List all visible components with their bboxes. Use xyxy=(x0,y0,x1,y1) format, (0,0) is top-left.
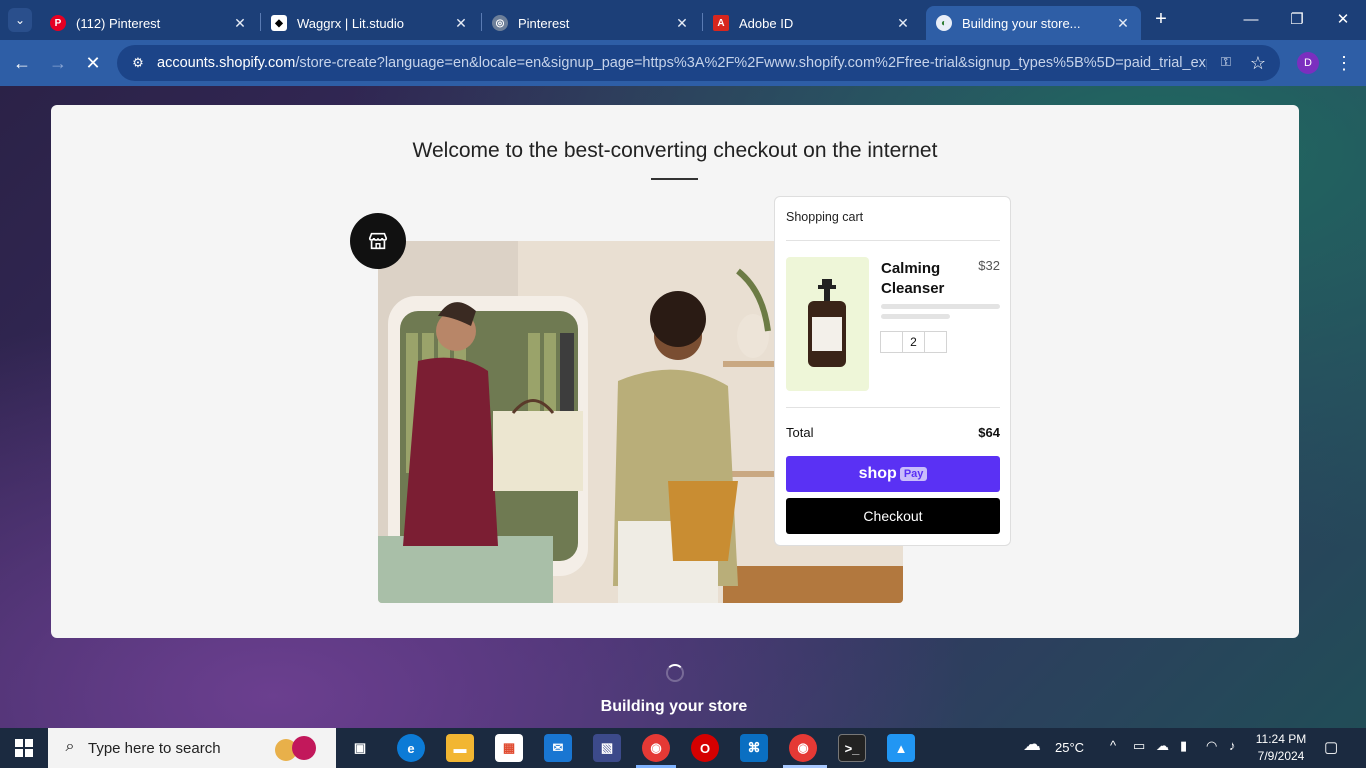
show-hidden-icons-icon[interactable]: ^ xyxy=(1110,738,1116,753)
system-clock[interactable]: 11:24 PM 7/9/2024 xyxy=(1252,731,1310,765)
divider xyxy=(786,240,1000,241)
clock-time: 11:24 PM xyxy=(1255,732,1307,746)
notification-center-icon[interactable]: ▢ xyxy=(1324,738,1344,758)
search-icon: ⌕ xyxy=(65,738,75,755)
close-tab-icon[interactable]: ✕ xyxy=(1115,15,1131,32)
placeholder-line xyxy=(881,314,950,319)
checkout-button[interactable]: Checkout xyxy=(786,498,1000,534)
tab-pinterest-112[interactable]: P (112) Pinterest ✕ xyxy=(40,6,258,40)
close-tab-icon[interactable]: ✕ xyxy=(895,15,911,32)
close-window-icon[interactable]: ✕ xyxy=(1320,8,1366,32)
tab-search-button[interactable]: ⌄ xyxy=(8,8,32,32)
bookmark-star-icon[interactable]: ☆ xyxy=(1247,52,1269,74)
building-status-text: Building your store xyxy=(600,698,748,715)
shop-pay-badge: Pay xyxy=(899,467,928,481)
cart-title: Shopping cart xyxy=(786,210,864,224)
new-tab-button[interactable]: + xyxy=(1150,8,1172,32)
minimize-icon[interactable]: — xyxy=(1228,8,1274,32)
browser-toolbar: ← → ✕ ⚙ accounts.shopify.com/store-creat… xyxy=(0,40,1366,86)
url-text[interactable]: accounts.shopify.com/store-create?langua… xyxy=(157,55,1207,71)
onedrive-icon[interactable]: ☁ xyxy=(1156,738,1169,754)
edge-icon[interactable]: e xyxy=(397,734,425,762)
divider xyxy=(786,407,1000,408)
vscode-icon[interactable]: ⌘ xyxy=(740,734,768,762)
photos-app-icon[interactable]: ▲ xyxy=(887,734,915,762)
chrome-icon[interactable]: ◉ xyxy=(642,734,670,762)
shop-pay-button[interactable]: shop Pay xyxy=(786,456,1000,492)
wifi-icon[interactable]: ◠ xyxy=(1206,738,1217,754)
page-title: Welcome to the best-converting checkout … xyxy=(412,139,938,162)
site-info-icon[interactable]: ⚙ xyxy=(129,54,147,72)
total-value: $64 xyxy=(978,425,1000,440)
profile-avatar[interactable]: D xyxy=(1297,52,1319,74)
battery-icon[interactable]: ▮ xyxy=(1180,738,1187,754)
close-tab-icon[interactable]: ✕ xyxy=(453,15,469,32)
shopping-cart-card: Shopping cart Calming Cleanser $32 2 Tot… xyxy=(774,196,1011,546)
clock-date: 7/9/2024 xyxy=(1257,749,1305,763)
product-image xyxy=(786,257,869,391)
windows-start-icon[interactable] xyxy=(6,736,42,760)
weather-temperature[interactable]: 25°C xyxy=(1055,740,1084,755)
total-label: Total xyxy=(786,425,814,440)
tab-adobe-id[interactable]: A Adobe ID ✕ xyxy=(703,6,921,40)
onboarding-card: Welcome to the best-converting checkout … xyxy=(51,105,1299,638)
quantity-increase-button[interactable] xyxy=(925,332,946,352)
close-tab-icon[interactable]: ✕ xyxy=(674,15,690,32)
close-tab-icon[interactable]: ✕ xyxy=(232,15,248,32)
stop-loading-icon[interactable]: ✕ xyxy=(81,51,105,75)
litstudio-icon: ◆ xyxy=(271,15,287,31)
forward-arrow-icon[interactable]: → xyxy=(46,51,70,75)
weather-cloud-icon[interactable]: ☁ xyxy=(1023,734,1041,755)
placeholder-line xyxy=(881,304,1000,309)
task-view-icon[interactable]: ▣ xyxy=(346,734,374,762)
adobe-icon: A xyxy=(713,15,729,31)
restore-icon[interactable]: ❐ xyxy=(1274,8,1320,32)
quantity-decrease-button[interactable] xyxy=(881,332,902,352)
chrome-profile-icon[interactable]: ◉ xyxy=(789,734,817,762)
taskbar-search-box[interactable]: ⌕ Type here to search xyxy=(48,728,336,768)
title-divider xyxy=(651,178,698,180)
product-price: $32 xyxy=(978,258,1000,273)
meet-now-icon[interactable]: ▭ xyxy=(1133,738,1145,754)
loading-spinner-icon xyxy=(666,664,684,682)
shop-pay-wordmark: shop xyxy=(858,465,897,482)
opera-icon[interactable]: O xyxy=(691,734,719,762)
file-explorer-icon[interactable]: ▬ xyxy=(446,734,474,762)
pinterest-icon: P xyxy=(50,15,66,31)
mail-icon[interactable]: ✉ xyxy=(544,734,572,762)
address-bar[interactable]: ⚙ accounts.shopify.com/store-create?lang… xyxy=(117,45,1280,81)
tab-litstudio[interactable]: ◆ Waggrx | Lit.studio ✕ xyxy=(261,6,479,40)
photos-icon[interactable]: ▧ xyxy=(593,734,621,762)
search-highlight-icon xyxy=(275,736,316,761)
microsoft-store-icon[interactable]: ▦ xyxy=(495,734,523,762)
volume-icon[interactable]: ♪ xyxy=(1229,738,1236,753)
tab-building-store[interactable]: ◐ Building your store... ✕ xyxy=(926,6,1141,40)
page-background: Welcome to the best-converting checkout … xyxy=(0,86,1366,728)
windows-taskbar: ⌕ Type here to search ▣ e ▬ ▦ ✉ ▧ ◉ O ⌘ … xyxy=(0,728,1366,768)
more-menu-icon[interactable]: ⋮ xyxy=(1334,52,1354,74)
product-name: Calming Cleanser xyxy=(881,260,945,297)
quantity-value: 2 xyxy=(902,332,925,352)
shopify-icon: ◐ xyxy=(936,15,952,31)
search-placeholder: Type here to search xyxy=(88,740,221,757)
terminal-icon[interactable]: >_ xyxy=(838,734,866,762)
password-key-icon[interactable]: ⚿ xyxy=(1215,54,1237,72)
browser-tab-strip: ⌄ P (112) Pinterest ✕ ◆ Waggrx | Lit.stu… xyxy=(0,0,1366,40)
globe-icon: ◎ xyxy=(492,15,508,31)
quantity-stepper[interactable]: 2 xyxy=(880,331,947,353)
storefront-icon xyxy=(350,213,406,269)
back-arrow-icon[interactable]: ← xyxy=(10,51,34,75)
tab-pinterest[interactable]: ◎ Pinterest ✕ xyxy=(482,6,700,40)
